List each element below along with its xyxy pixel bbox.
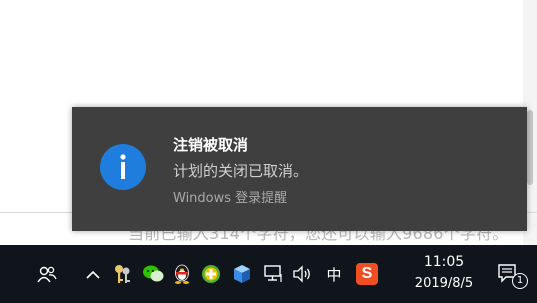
toast-message: 计划的关闭已取消。 — [173, 162, 309, 180]
toast-title: 注销被取消 — [173, 136, 249, 154]
info-icon — [100, 144, 146, 190]
cube-icon[interactable] — [231, 245, 253, 303]
wechat-icon[interactable] — [141, 245, 165, 303]
keys-icon[interactable] — [112, 245, 134, 303]
notification-count-badge: 1 — [512, 273, 528, 289]
sogou-label: S — [356, 263, 378, 285]
ime-mode-indicator[interactable]: 中 — [322, 245, 346, 303]
taskbar: 中 S 11:05 2019/8/5 1 — [0, 245, 537, 303]
people-icon[interactable] — [34, 245, 60, 303]
toast-app-name: Windows 登录提醒 — [173, 191, 288, 206]
qq-penguin-icon[interactable] — [171, 245, 193, 303]
scrollbar-thumb[interactable] — [527, 110, 533, 185]
chevron-up-icon[interactable] — [83, 245, 103, 303]
network-icon[interactable] — [261, 245, 285, 303]
green-plus-icon[interactable] — [200, 245, 222, 303]
volume-icon[interactable] — [291, 245, 315, 303]
clock-time: 11:05 — [423, 254, 465, 270]
taskbar-clock[interactable]: 11:05 2019/8/5 — [408, 252, 480, 294]
toast-notification[interactable]: 注销被取消 计划的关闭已取消。 Windows 登录提醒 — [72, 107, 527, 231]
clock-date: 2019/8/5 — [414, 276, 474, 291]
sogou-input-icon[interactable]: S — [354, 245, 380, 303]
